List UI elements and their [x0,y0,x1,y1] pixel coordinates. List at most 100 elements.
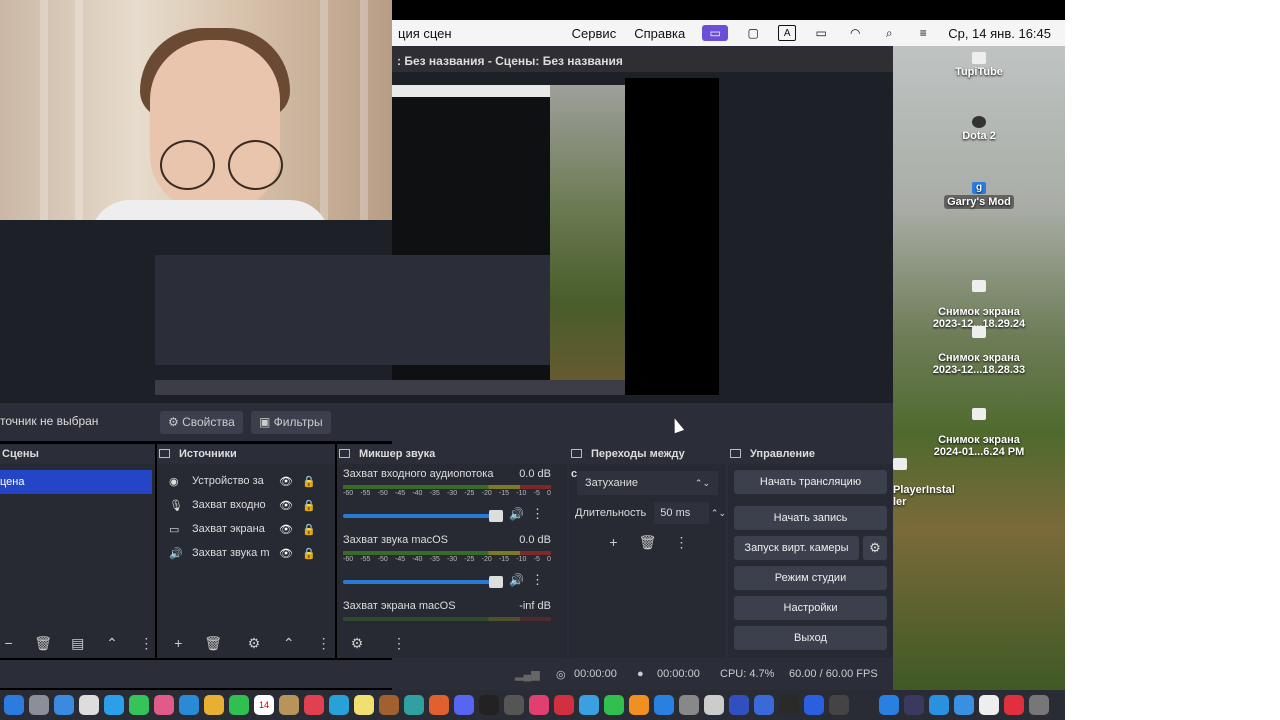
mixer-settings-icon[interactable]: ⚙ [345,632,369,654]
volume-slider[interactable] [343,580,493,584]
notes-icon[interactable] [354,695,374,715]
desktop-icon-dota2[interactable]: Dota 2 [893,116,1065,142]
obs-icon[interactable] [504,695,524,715]
app-icon[interactable] [554,695,574,715]
app-icon[interactable] [404,695,424,715]
desktop-icon-garrys-mod[interactable]: g Garry's Mod [893,182,1065,209]
app-icon[interactable] [79,695,99,715]
menu-dots-icon[interactable]: ⋮ [387,632,411,654]
music-icon[interactable] [529,695,549,715]
mail-icon[interactable] [104,695,124,715]
finder-icon[interactable] [4,695,24,715]
lock-icon[interactable]: 🔒 [302,523,316,536]
menu-help[interactable]: Справка [634,26,685,41]
scene-item[interactable]: цена [0,470,152,494]
menu-dots-icon[interactable]: ⋮ [531,572,544,588]
menu-dots-icon[interactable]: ⋮ [138,632,155,654]
lock-icon[interactable]: 🔒 [302,499,316,512]
add-transition-icon[interactable]: + [602,531,626,553]
menu-service[interactable]: Сервис [572,26,617,41]
gear-icon[interactable]: ⚙ [243,632,266,654]
pages-icon[interactable] [629,695,649,715]
appstore-icon[interactable] [654,695,674,715]
lock-icon[interactable]: 🔒 [302,547,316,560]
exit-button[interactable]: Выход [734,626,887,650]
control-center-icon[interactable]: ≡ [914,25,932,41]
battery-icon[interactable]: ▭ [812,25,830,41]
properties-button[interactable]: ⚙ Свойства [160,411,243,434]
menu-dots-icon[interactable]: ⋮ [670,531,694,553]
speaker-icon[interactable]: 🔊 [509,507,524,521]
visibility-eye-icon[interactable]: 👁 [279,523,293,536]
scene-preview[interactable] [155,78,719,395]
move-up-icon[interactable]: ⌃ [277,632,300,654]
numbers-icon[interactable] [604,695,624,715]
wifi-icon[interactable]: ◠ [846,25,864,41]
menu-dots-icon[interactable]: ⋮ [312,632,335,654]
trash-icon[interactable]: 🗑 [202,632,225,654]
app-icon[interactable] [579,695,599,715]
lock-icon[interactable]: 🔒 [302,475,316,488]
add-source-icon[interactable]: + [167,632,190,654]
launchpad-icon[interactable] [29,695,49,715]
visibility-eye-icon[interactable]: 👁 [279,499,293,512]
app-menu-title[interactable]: ция сцен [398,26,452,41]
visibility-eye-icon[interactable]: 👁 [279,475,293,488]
source-row[interactable]: 🎙 Захват входно 👁 🔒 [157,493,335,517]
source-row[interactable]: ▭ Захват экрана 👁 🔒 [157,517,335,541]
input-source-icon[interactable]: A [778,25,797,41]
volume-slider[interactable] [343,514,493,518]
display-icon[interactable]: ▢ [744,25,762,41]
volume-slider-knob[interactable] [489,510,503,522]
app-icon[interactable] [704,695,724,715]
gear-icon[interactable]: ⚙ [863,536,887,560]
speaker-icon[interactable]: 🔊 [509,573,524,587]
safari-icon[interactable] [54,695,74,715]
settings-icon[interactable] [679,695,699,715]
desktop-icon-tupitube[interactable]: TupiTube [893,52,1065,78]
discord-icon[interactable] [454,695,474,715]
app-icon[interactable] [954,695,974,715]
app-icon[interactable] [429,695,449,715]
filter-icon[interactable]: ▤ [69,632,86,654]
app-icon[interactable] [879,695,899,715]
screen-share-icon[interactable]: ▭ [702,25,729,41]
search-icon[interactable]: ⌕ [880,25,898,41]
volume-slider-knob[interactable] [489,576,503,588]
duration-input[interactable]: 50 ms [654,502,709,524]
app-icon[interactable] [729,695,749,715]
app-icon[interactable] [179,695,199,715]
start-stream-button[interactable]: Начать трансляцию [734,470,887,494]
app-icon[interactable] [304,695,324,715]
filters-button[interactable]: ▣ Фильтры [251,411,331,434]
app-icon[interactable] [754,695,774,715]
visibility-eye-icon[interactable]: 👁 [279,547,293,560]
studio-mode-button[interactable]: Режим студии [734,566,887,590]
settings-button[interactable]: Настройки [734,596,887,620]
appletv-icon[interactable] [479,695,499,715]
app-icon[interactable] [1004,695,1024,715]
desktop-icon-screenshot-2[interactable]: Снимок экрана 2023-12...18.28.33 [893,314,1065,376]
virtual-camera-button[interactable]: Запуск вирт. камеры [734,536,859,560]
app-icon[interactable] [779,695,799,715]
transition-select[interactable]: Затухание ⌃⌄ [577,471,718,495]
telegram-icon[interactable] [329,695,349,715]
app-icon[interactable] [379,695,399,715]
trash-icon[interactable]: 🗑 [636,531,660,553]
messages-icon[interactable] [129,695,149,715]
app-icon[interactable] [904,695,924,715]
remove-icon[interactable]: − [0,632,17,654]
app-icon[interactable] [929,695,949,715]
move-up-icon[interactable]: ⌃ [103,632,120,654]
calendar-icon[interactable]: 14 [254,695,274,715]
menu-dots-icon[interactable]: ⋮ [531,506,544,522]
app-icon[interactable] [204,695,224,715]
clock[interactable]: Ср, 14 янв. 16:45 [948,26,1051,41]
trash-icon[interactable] [1029,695,1049,715]
stepper-icon[interactable]: ⌃⌄ [711,508,726,519]
app-icon[interactable] [804,695,824,715]
source-row[interactable]: ◉ Устройство за 👁 🔒 [157,469,335,493]
app-icon[interactable] [279,695,299,715]
app-icon[interactable] [829,695,849,715]
source-row[interactable]: 🔊 Захват звука m 👁 🔒 [157,541,335,565]
